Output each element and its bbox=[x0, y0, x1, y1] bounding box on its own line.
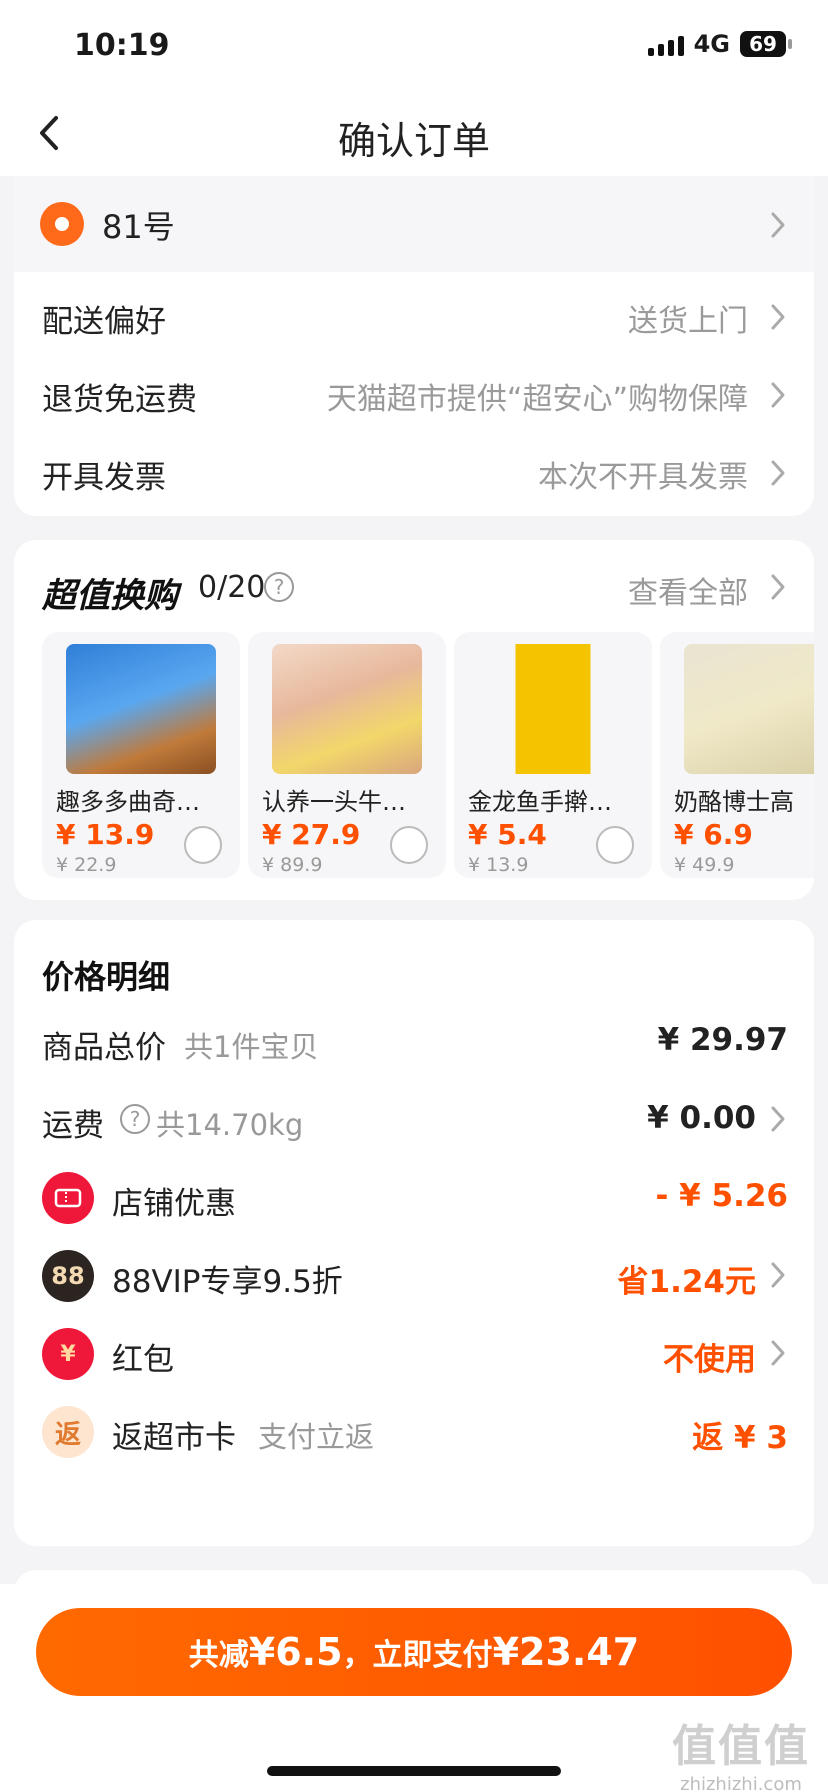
watermark-url: zhizhizhi.com bbox=[680, 1774, 802, 1792]
card-rebate-row: 返 返超市卡 支付立返 返 ¥ 3 bbox=[42, 1402, 788, 1462]
ticket-icon bbox=[42, 1172, 94, 1224]
vip-discount-value: 省1.24元 bbox=[617, 1264, 757, 1300]
navigation-bar: 确认订单 bbox=[0, 90, 828, 176]
select-radio[interactable] bbox=[596, 826, 634, 864]
product-card[interactable]: 认养一头牛… ¥ 27.9 ¥ 89.9 bbox=[248, 632, 446, 878]
checkout-bar: 共减 ¥6.5 ，立即支付 ¥23.47 值值值 zhizhizhi.com bbox=[0, 1584, 828, 1792]
store-discount-row: 店铺优惠 - ¥ 5.26 bbox=[42, 1168, 788, 1228]
order-preferences: 配送偏好 送货上门 退货免运费 天猫超市提供“超安心”购物保障 开具发票 本次不… bbox=[14, 272, 814, 516]
network-label: 4G bbox=[693, 30, 730, 58]
rebate-icon: 返 bbox=[42, 1406, 94, 1458]
product-name: 趣多多曲奇… bbox=[56, 788, 200, 816]
address-row[interactable]: 81号 bbox=[14, 176, 814, 272]
product-original-price: ¥ 13.9 bbox=[468, 854, 529, 876]
price-detail-card: 价格明细 商品总价 共1件宝贝 ¥ 29.97 运费 ? 共14.70kg ¥ … bbox=[14, 920, 814, 1546]
product-image bbox=[272, 644, 422, 774]
swap-title: 超值换购 bbox=[42, 576, 178, 616]
red-packet-icon: ¥ bbox=[42, 1328, 94, 1380]
battery-icon: 69 bbox=[740, 31, 792, 57]
product-card[interactable]: 趣多多曲奇… ¥ 13.9 ¥ 22.9 bbox=[42, 632, 240, 878]
pref-label: 开具发票 bbox=[42, 460, 166, 496]
view-all-link[interactable]: 查看全部 bbox=[628, 568, 748, 612]
product-price: ¥ 5.4 bbox=[468, 818, 547, 851]
chevron-right-icon bbox=[771, 1262, 785, 1288]
status-indicators: 4G 69 bbox=[647, 30, 792, 58]
pay-prefix: 共减 bbox=[188, 1638, 249, 1673]
goods-total-row: 商品总价 共1件宝贝 ¥ 29.97 bbox=[42, 1012, 788, 1072]
pref-value: 送货上门 bbox=[628, 304, 748, 339]
reduce-amount: ¥6.5 bbox=[248, 1630, 343, 1674]
product-image bbox=[478, 644, 628, 774]
chevron-right-icon bbox=[771, 1340, 785, 1366]
row-label: 红包 bbox=[112, 1342, 174, 1378]
select-radio[interactable] bbox=[390, 826, 428, 864]
pref-label: 退货免运费 bbox=[42, 382, 197, 418]
pay-middle: ，立即支付 bbox=[342, 1638, 493, 1673]
product-name: 认养一头牛… bbox=[262, 788, 406, 816]
red-packet-value: 不使用 bbox=[663, 1342, 756, 1378]
address-text: 81号 bbox=[102, 208, 175, 246]
watermark: 值值值 zhizhizhi.com bbox=[672, 1710, 810, 1792]
vip-88-icon: 88 bbox=[42, 1250, 94, 1302]
product-price: ¥ 6.9 bbox=[674, 818, 753, 851]
product-original-price: ¥ 49.9 bbox=[674, 854, 735, 876]
row-sub: 共14.70kg bbox=[156, 1108, 304, 1142]
product-card[interactable]: 奶酪博士高 ¥ 6.9 ¥ 49.9 bbox=[660, 632, 814, 878]
swap-count: 0/20 bbox=[198, 570, 266, 605]
row-sub: 支付立返 bbox=[258, 1420, 375, 1454]
product-original-price: ¥ 89.9 bbox=[262, 854, 323, 876]
product-image bbox=[684, 644, 814, 774]
chevron-right-icon bbox=[771, 460, 785, 486]
product-price: ¥ 27.9 bbox=[262, 818, 361, 851]
help-icon[interactable]: ? bbox=[264, 572, 294, 602]
row-label: 返超市卡 bbox=[112, 1420, 236, 1456]
pay-now-button[interactable]: 共减 ¥6.5 ，立即支付 ¥23.47 bbox=[36, 1608, 792, 1696]
swap-deals-card: 超值换购 0/20 ? 查看全部 趣多多曲奇… ¥ 13.9 ¥ 22.9 认养… bbox=[14, 540, 814, 900]
row-label: 88VIP专享9.5折 bbox=[112, 1264, 343, 1300]
chevron-right-icon bbox=[771, 304, 785, 330]
product-card[interactable]: 金龙鱼手擀… ¥ 5.4 ¥ 13.9 bbox=[454, 632, 652, 878]
chevron-right-icon bbox=[771, 574, 785, 600]
pay-amount: ¥23.47 bbox=[492, 1630, 640, 1674]
invoice-row[interactable]: 开具发票 本次不开具发票 bbox=[42, 434, 788, 514]
delivery-preference-row[interactable]: 配送偏好 送货上门 bbox=[42, 278, 788, 358]
product-original-price: ¥ 22.9 bbox=[56, 854, 117, 876]
home-indicator[interactable] bbox=[267, 1766, 561, 1776]
product-name: 金龙鱼手擀… bbox=[468, 788, 612, 816]
swap-product-list: 趣多多曲奇… ¥ 13.9 ¥ 22.9 认养一头牛… ¥ 27.9 ¥ 89.… bbox=[42, 632, 814, 878]
price-detail-title: 价格明细 bbox=[42, 958, 171, 996]
vip-discount-row[interactable]: 88 88VIP专享9.5折 省1.24元 bbox=[42, 1246, 788, 1306]
product-price: ¥ 13.9 bbox=[56, 818, 155, 851]
status-time: 10:19 bbox=[74, 28, 170, 63]
page-title: 确认订单 bbox=[337, 119, 490, 163]
status-bar: 10:19 4G 69 bbox=[0, 0, 828, 90]
row-label: 店铺优惠 bbox=[112, 1186, 236, 1222]
free-return-row[interactable]: 退货免运费 天猫超市提供“超安心”购物保障 bbox=[42, 356, 788, 436]
store-discount-value: - ¥ 5.26 bbox=[655, 1178, 788, 1214]
watermark-logo: 值值值 bbox=[672, 1721, 810, 1772]
select-radio[interactable] bbox=[184, 826, 222, 864]
card-rebate-value: 返 ¥ 3 bbox=[692, 1420, 788, 1456]
row-label: 商品总价 bbox=[42, 1030, 166, 1066]
shipping-row[interactable]: 运费 ? 共14.70kg ¥ 0.00 bbox=[42, 1090, 788, 1150]
shipping-value: ¥ 0.00 bbox=[647, 1100, 756, 1136]
pref-value: 天猫超市提供“超安心”购物保障 bbox=[326, 382, 748, 417]
signal-icon bbox=[647, 32, 684, 56]
red-packet-row[interactable]: ¥ 红包 不使用 bbox=[42, 1324, 788, 1384]
help-icon[interactable]: ? bbox=[120, 1104, 150, 1134]
chevron-right-icon bbox=[771, 1106, 785, 1132]
product-name: 奶酪博士高 bbox=[674, 788, 794, 816]
goods-total-value: ¥ 29.97 bbox=[657, 1022, 788, 1058]
row-sub: 共1件宝贝 bbox=[184, 1030, 319, 1064]
row-label: 运费 bbox=[42, 1108, 104, 1144]
pref-label: 配送偏好 bbox=[42, 304, 166, 340]
chevron-right-icon bbox=[771, 212, 785, 238]
pref-value: 本次不开具发票 bbox=[538, 460, 748, 495]
chevron-right-icon bbox=[771, 382, 785, 408]
location-pin-icon bbox=[40, 202, 84, 246]
product-image bbox=[66, 644, 216, 774]
